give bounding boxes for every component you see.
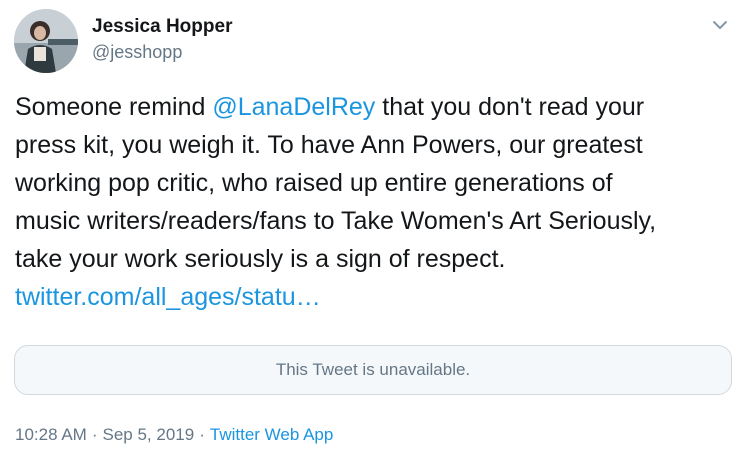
- tweet: Jessica Hopper @jesshopp Someone remind …: [0, 0, 750, 461]
- tweet-date[interactable]: Sep 5, 2019: [103, 425, 195, 444]
- tweet-line: take your work seriously is a sign of re…: [15, 245, 506, 273]
- tweet-menu-button[interactable]: [708, 13, 732, 37]
- tweet-line: working pop critic, who raised up entire…: [15, 169, 613, 197]
- meta-separator: ·: [199, 425, 205, 444]
- tweet-text-segment: Someone remind: [15, 93, 213, 121]
- url-link[interactable]: twitter.com/all_ages/statu…: [15, 283, 321, 311]
- tweet-line: music writers/readers/fans to Take Women…: [15, 207, 657, 235]
- tweet-line: press kit, you weigh it. To have Ann Pow…: [15, 131, 643, 159]
- tweet-text-segment: that you don't read your: [375, 93, 645, 121]
- author-name[interactable]: Jessica Hopper: [92, 16, 232, 38]
- chevron-down-icon: [713, 21, 727, 29]
- quoted-tweet-card[interactable]: This Tweet is unavailable.: [14, 345, 732, 395]
- tweet-text: Someone remind @LanaDelRey that you don'…: [15, 88, 740, 316]
- avatar[interactable]: [14, 9, 78, 73]
- tweet-metadata: 10:28 AM · Sep 5, 2019 · Twitter Web App: [15, 425, 333, 445]
- tweet-line: twitter.com/all_ages/statu…: [15, 278, 740, 316]
- tweet-time[interactable]: 10:28 AM: [15, 425, 87, 444]
- tweet-source-link[interactable]: Twitter Web App: [210, 425, 333, 444]
- tweet-line: Someone remind @LanaDelRey that you don'…: [15, 88, 740, 126]
- quoted-tweet-unavailable-text: This Tweet is unavailable.: [275, 360, 471, 379]
- mention-link[interactable]: @LanaDelRey: [212, 93, 375, 121]
- avatar-photo-icon: [14, 9, 78, 73]
- meta-separator: ·: [91, 425, 98, 444]
- author-handle[interactable]: @jesshopp: [92, 42, 182, 63]
